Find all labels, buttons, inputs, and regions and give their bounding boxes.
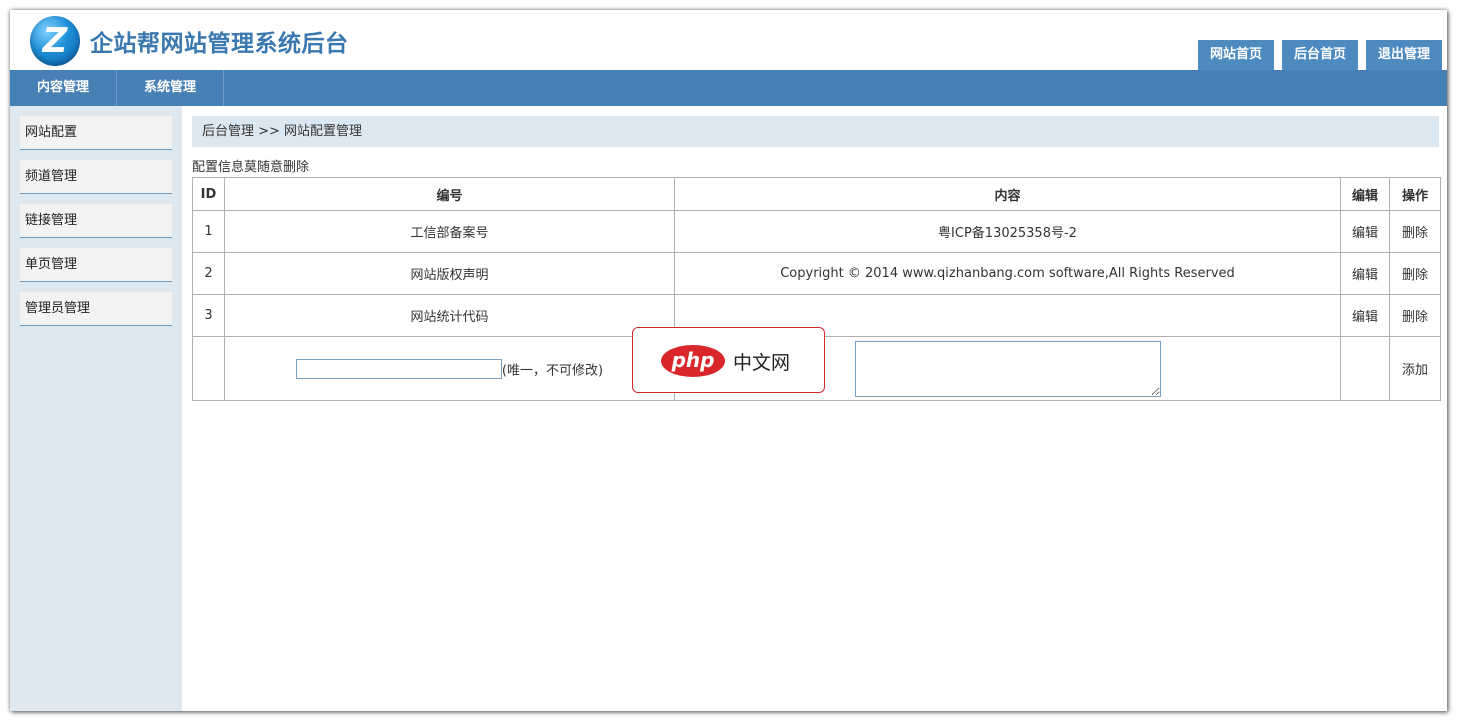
- php-logo: php: [661, 345, 725, 377]
- table-row: 1 工信部备案号 粤ICP备13025358号-2 编辑 删除: [192, 210, 1441, 253]
- cell-operation: 删除: [1389, 210, 1441, 253]
- watermark-text: 中文网: [733, 352, 791, 374]
- column-header-operation: 操作: [1389, 177, 1441, 211]
- logo-icon: Z: [30, 16, 80, 66]
- column-header-edit: 编辑: [1340, 177, 1390, 211]
- delete-link[interactable]: 删除: [1402, 310, 1428, 325]
- breadcrumb: 后台管理 >> 网站配置管理: [192, 116, 1439, 147]
- sidebar-item-links[interactable]: 链接管理: [20, 204, 172, 238]
- cell-code: 网站版权声明: [224, 252, 675, 295]
- edit-link[interactable]: 编辑: [1352, 310, 1378, 325]
- column-header-id: ID: [192, 177, 225, 211]
- logout-link[interactable]: 退出管理: [1365, 40, 1442, 70]
- cell-id: 1: [192, 210, 225, 253]
- cell-code-input: (唯一，不可修改): [224, 336, 675, 401]
- table-header-row: ID 编号 内容 编辑 操作: [192, 177, 1441, 211]
- website-home-link[interactable]: 网站首页: [1197, 40, 1274, 70]
- cell-edit: 编辑: [1340, 294, 1390, 337]
- column-header-code: 编号: [224, 177, 675, 211]
- php-cn-watermark: php 中文网: [632, 327, 825, 393]
- sidebar: 网站配置 频道管理 链接管理 单页管理 管理员管理: [10, 106, 182, 711]
- header: Z 企站帮网站管理系统后台 网站首页 后台首页 退出管理: [10, 10, 1447, 70]
- cell-operation: 删除: [1389, 294, 1441, 337]
- cell-content: 粤ICP备13025358号-2: [674, 210, 1341, 253]
- code-hint: (唯一，不可修改): [501, 363, 604, 378]
- cell-content: Copyright © 2014 www.qizhanbang.com soft…: [674, 252, 1341, 295]
- add-link[interactable]: 添加: [1402, 363, 1428, 378]
- code-input[interactable]: [295, 358, 502, 379]
- cell-id: 3: [192, 294, 225, 337]
- main-content: 后台管理 >> 网站配置管理 配置信息莫随意删除 ID 编号 内容 编辑 操作 …: [192, 106, 1441, 711]
- sidebar-item-channels[interactable]: 频道管理: [20, 160, 172, 194]
- cell-edit-empty: [1340, 336, 1390, 401]
- nav-system-management[interactable]: 系统管理: [117, 70, 225, 106]
- main-nav: 内容管理 系统管理: [10, 70, 1447, 106]
- delete-link[interactable]: 删除: [1402, 226, 1428, 241]
- cell-id: 2: [192, 252, 225, 295]
- cell-operation: 添加: [1389, 336, 1441, 401]
- sidebar-item-admins[interactable]: 管理员管理: [20, 292, 172, 326]
- content-textarea[interactable]: [854, 340, 1161, 397]
- table-row: 2 网站版权声明 Copyright © 2014 www.qizhanbang…: [192, 252, 1441, 295]
- cell-operation: 删除: [1389, 252, 1441, 295]
- column-header-content: 内容: [674, 177, 1341, 211]
- cell-code: 网站统计代码: [224, 294, 675, 337]
- sidebar-item-single-pages[interactable]: 单页管理: [20, 248, 172, 282]
- cell-edit: 编辑: [1340, 210, 1390, 253]
- site-title: 企站帮网站管理系统后台: [90, 31, 349, 57]
- nav-content-management[interactable]: 内容管理: [10, 70, 118, 106]
- cell-edit: 编辑: [1340, 252, 1390, 295]
- cell-code: 工信部备案号: [224, 210, 675, 253]
- sidebar-item-site-config[interactable]: 网站配置: [20, 116, 172, 150]
- cell-id-empty: [192, 336, 225, 401]
- edit-link[interactable]: 编辑: [1352, 226, 1378, 241]
- top-links: 网站首页 后台首页 退出管理: [1190, 40, 1442, 70]
- delete-link[interactable]: 删除: [1402, 268, 1428, 283]
- admin-home-link[interactable]: 后台首页: [1281, 40, 1358, 70]
- edit-link[interactable]: 编辑: [1352, 268, 1378, 283]
- config-note: 配置信息莫随意删除: [192, 160, 310, 175]
